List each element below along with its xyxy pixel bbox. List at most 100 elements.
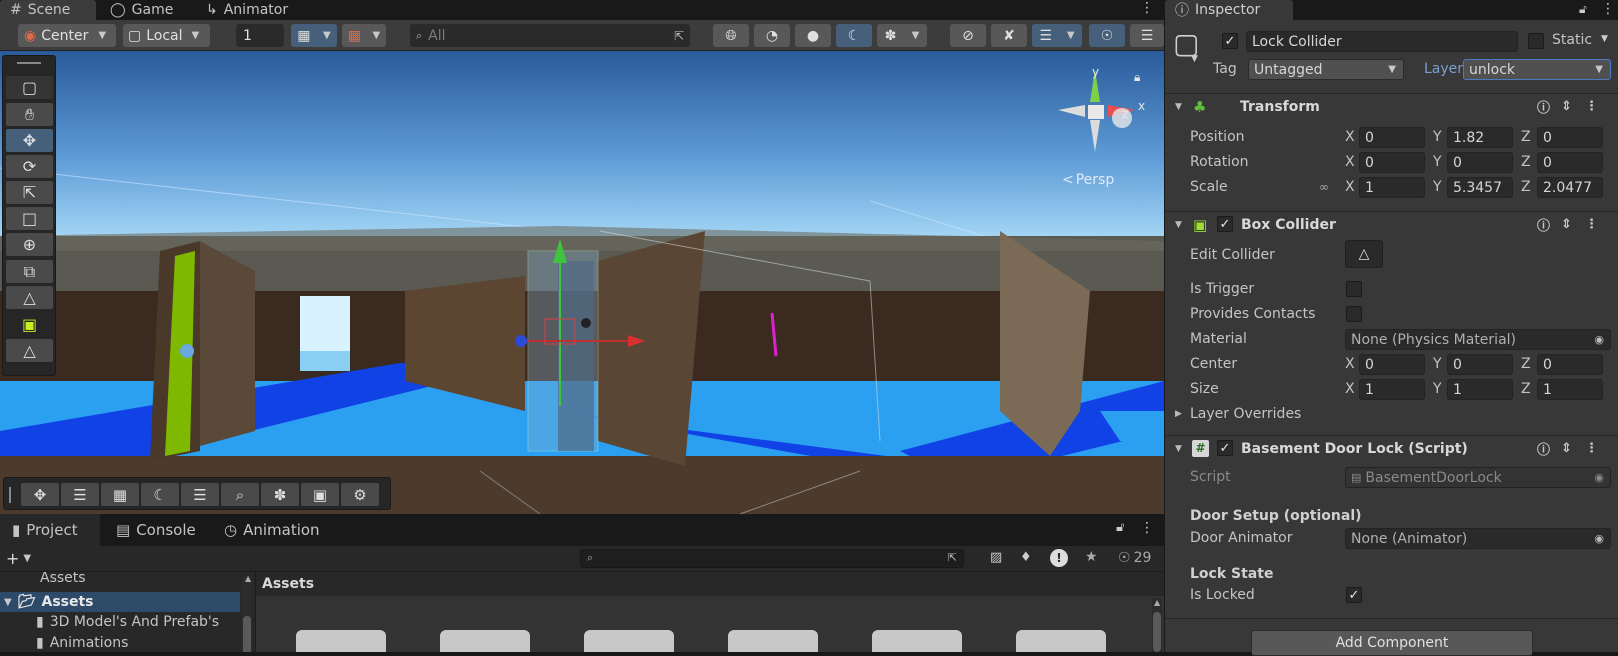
tab-console[interactable]: ▤ Console xyxy=(104,514,208,546)
visibility-button[interactable]: ☉ xyxy=(1089,24,1125,47)
move-gizmo-button[interactable]: ✥ xyxy=(21,483,59,506)
warning-icon[interactable]: ! xyxy=(1050,549,1068,567)
breadcrumb[interactable]: Assets xyxy=(256,572,1164,596)
panel-menu-icon[interactable]: ⋮ xyxy=(1140,520,1154,536)
expand-icon[interactable]: ⇱ xyxy=(948,551,957,564)
static-checkbox[interactable] xyxy=(1528,33,1544,49)
terrain-tool-button[interactable]: △ xyxy=(6,286,53,309)
tree-item-assets[interactable]: ▼ 📂︎ Assets xyxy=(0,592,240,612)
help-icon[interactable]: ⓘ xyxy=(1537,439,1550,458)
grid-snapping-button[interactable]: ▦ ▼ xyxy=(291,24,337,47)
lighting-button[interactable]: ☾ xyxy=(141,483,179,506)
presets-icon[interactable]: ⇕ xyxy=(1561,99,1572,114)
edit-collider-button[interactable]: △ xyxy=(1345,240,1383,268)
tab-scene[interactable]: # Scene xyxy=(0,0,96,20)
help-icon[interactable]: ⓘ xyxy=(1537,215,1550,234)
expand-icon[interactable]: ⇱ xyxy=(674,29,684,43)
orientation-gizmo[interactable]: y x z 🔒︎ xyxy=(1040,60,1160,190)
transform-header[interactable]: ▼ ♣ Transform ⓘ ⇕ ⋮ xyxy=(1165,93,1618,119)
lock-icon[interactable]: 🔓︎ xyxy=(1579,2,1587,17)
presets-icon[interactable]: ⇕ xyxy=(1561,217,1572,232)
provides-contacts-checkbox[interactable] xyxy=(1346,306,1362,322)
component-menu-icon[interactable]: ⋮ xyxy=(1585,217,1598,232)
drag-handle[interactable] xyxy=(9,487,11,503)
position-y-field[interactable]: 1.82 xyxy=(1447,127,1513,148)
folder-thumbnail[interactable] xyxy=(584,630,674,652)
navigation-button[interactable]: ✽ xyxy=(261,483,299,506)
shaded-button[interactable]: ● xyxy=(795,24,831,47)
scale-z-field[interactable]: 2.0477 xyxy=(1537,177,1603,198)
chevron-down-icon[interactable]: ▼ xyxy=(1601,34,1608,44)
tree-item-favorites[interactable]: Assets xyxy=(40,572,86,586)
size-y-field[interactable]: 1 xyxy=(1447,379,1513,400)
chevron-down-icon[interactable]: ▼ xyxy=(1191,54,1198,64)
is-trigger-checkbox[interactable] xyxy=(1346,281,1362,297)
center-y-field[interactable]: 0 xyxy=(1447,354,1513,375)
view-tool-button[interactable]: ▢ xyxy=(6,76,53,99)
transform-tool-button[interactable]: ⊕ xyxy=(6,233,53,256)
rotation-x-field[interactable]: 0 xyxy=(1359,152,1425,173)
project-search-input[interactable]: ⌕ ⇱ xyxy=(580,549,964,568)
script-enabled-checkbox[interactable]: ✓ xyxy=(1217,440,1233,456)
scale-tool-button[interactable]: ⇱ xyxy=(6,181,53,204)
settings-button[interactable]: ☰ xyxy=(61,483,99,506)
rotate-tool-button[interactable]: ⟳ xyxy=(6,155,53,178)
center-z-field[interactable]: 0 xyxy=(1537,354,1603,375)
scene-viewport[interactable] xyxy=(0,51,1164,514)
folder-thumbnail[interactable] xyxy=(440,630,530,652)
draw-mode-button[interactable]: 🌐︎ xyxy=(713,24,749,47)
tag-dropdown[interactable]: Untagged ▼ xyxy=(1248,59,1404,80)
object-picker-icon[interactable]: ◉ xyxy=(1594,532,1604,545)
active-checkbox[interactable]: ✓ xyxy=(1222,33,1238,49)
tree-item-animations[interactable]: ▮ Animations xyxy=(36,635,128,651)
layer-overrides-foldout[interactable]: ▶ Layer Overrides xyxy=(1165,402,1618,426)
space-dropdown[interactable]: ▢ Local ▼ xyxy=(123,24,210,47)
collider-tool-button[interactable]: ▣ xyxy=(6,313,53,336)
label-icon[interactable]: ♦ xyxy=(1020,550,1032,565)
audio-toggle-button[interactable]: ⊘ xyxy=(950,24,986,47)
hierarchy-search-input[interactable]: ⌕ All ⇱ xyxy=(410,24,690,47)
tab-project[interactable]: ▮ Project xyxy=(0,514,100,546)
compass-button[interactable]: ⚙ xyxy=(341,483,379,506)
increment-snap-button[interactable]: ▦ ▼ xyxy=(342,24,386,47)
drag-handle[interactable] xyxy=(17,62,41,64)
link-icon[interactable]: ∞ xyxy=(1319,180,1329,194)
position-x-field[interactable]: 0 xyxy=(1359,127,1425,148)
scroll-thumb[interactable] xyxy=(1153,612,1161,652)
scroll-thumb[interactable] xyxy=(243,616,251,652)
hand-tool-button[interactable]: ✋︎ xyxy=(6,103,53,126)
tab-menu-icon[interactable]: ⋮ xyxy=(1140,0,1154,16)
script-component-header[interactable]: ▼ # ✓ Basement Door Lock (Script) ⓘ ⇕ ⋮ xyxy=(1165,435,1618,461)
debug-draw-button[interactable]: ✽ ▼ xyxy=(877,24,927,47)
folder-thumbnail[interactable] xyxy=(728,630,818,652)
scale-x-field[interactable]: 1 xyxy=(1359,177,1425,198)
filter-by-type-icon[interactable]: ▨ xyxy=(990,550,1002,565)
rotation-z-field[interactable]: 0 xyxy=(1537,152,1603,173)
camera-button[interactable]: ▣ xyxy=(301,483,339,506)
tab-animation[interactable]: ◷ Animation xyxy=(212,514,332,546)
box-collider-enabled-checkbox[interactable]: ✓ xyxy=(1217,216,1233,232)
tree-item-models[interactable]: ▮ 3D Model's And Prefab's xyxy=(36,614,219,630)
edit-collider-tool-button[interactable]: △ xyxy=(6,339,53,362)
component-menu-icon[interactable]: ⋮ xyxy=(1585,441,1598,456)
object-name-field[interactable]: Lock Collider xyxy=(1246,31,1518,52)
tab-animator[interactable]: ↳ Animator xyxy=(196,0,298,20)
custom-tool-button[interactable]: ⧉ xyxy=(6,260,53,283)
star-icon[interactable]: ★ xyxy=(1085,549,1098,565)
wireframe-button[interactable]: ◔ xyxy=(754,24,790,47)
rect-tool-button[interactable]: □ xyxy=(6,207,53,230)
pivot-dropdown[interactable]: ◉ Center ▼ xyxy=(18,24,116,47)
component-menu-icon[interactable]: ⋮ xyxy=(1585,99,1598,114)
lock-icon[interactable]: 🔓︎ xyxy=(1116,520,1124,535)
effects-toggle-button[interactable]: ✘ xyxy=(991,24,1027,47)
size-z-field[interactable]: 1 xyxy=(1537,379,1603,400)
tab-game[interactable]: ◯ Game xyxy=(100,0,183,20)
move-tool-button[interactable]: ✥ xyxy=(6,129,53,152)
tab-inspector[interactable]: ⓘ Inspector xyxy=(1165,0,1293,20)
position-z-field[interactable]: 0 xyxy=(1537,127,1603,148)
layers-button[interactable]: ☰ ▼ xyxy=(1032,24,1082,47)
folder-thumbnail[interactable] xyxy=(1016,630,1106,652)
assets-scrollbar[interactable]: ▲ xyxy=(1152,598,1162,652)
lit-button[interactable]: ☾ xyxy=(836,24,872,47)
folder-thumbnail[interactable] xyxy=(872,630,962,652)
